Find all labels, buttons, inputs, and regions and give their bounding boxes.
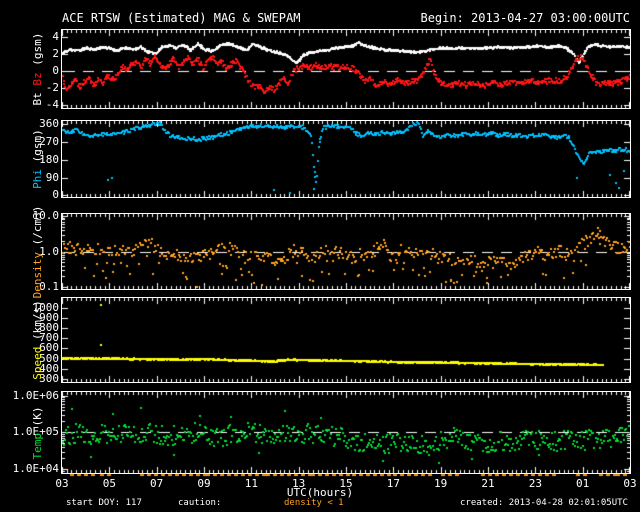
temp-axis-title-part: Temp [31,432,44,460]
x-tick-label-4: 11 [244,477,258,490]
footer-caution-value: density < 1 [284,498,344,508]
x-tick-label-3: 09 [197,477,211,490]
temp-canvas [62,392,630,473]
footer-caution-label: caution: [178,498,222,508]
temp-panel [61,391,631,474]
temp-axis-title-part: (K) [31,406,44,433]
footer-start-doy: start DOY: 117 [66,498,142,508]
phi-panel [61,120,631,198]
speed-canvas [62,298,630,382]
bt-bz-panel [61,29,631,109]
x-tick-label-8: 19 [434,477,448,490]
speed-panel [61,297,631,383]
x-tick-label-10: 23 [528,477,542,490]
temp-axis-title: Temp (K) [29,333,47,512]
x-tick-label-12: 03 [623,477,637,490]
begin-timestamp: Begin: 2013-04-27 03:00:00UTC [420,11,630,25]
footer-created-timestamp: created: 2013-04-28 02:01:05UTC [460,498,628,508]
density-panel [61,213,631,290]
x-tick-label-11: 01 [576,477,590,490]
phi-canvas [62,121,630,197]
x-tick-label-1: 05 [102,477,116,490]
density-canvas [62,214,630,289]
caution-strip [62,473,630,478]
plot-title: ACE RTSW (Estimated) MAG & SWEPAM [62,11,301,25]
x-tick-label-7: 17 [386,477,400,490]
x-tick-label-0: 03 [55,477,69,490]
x-tick-label-2: 07 [150,477,164,490]
caution-strip-canvas [62,473,630,478]
bt-bz-canvas [62,30,630,108]
x-tick-label-9: 21 [481,477,495,490]
ace-rtsw-plot: 4 2 0 -2 -4 Bt Bz (gsm) 360 270 180 90 0 Phi (gsm) 1… [0,0,640,512]
